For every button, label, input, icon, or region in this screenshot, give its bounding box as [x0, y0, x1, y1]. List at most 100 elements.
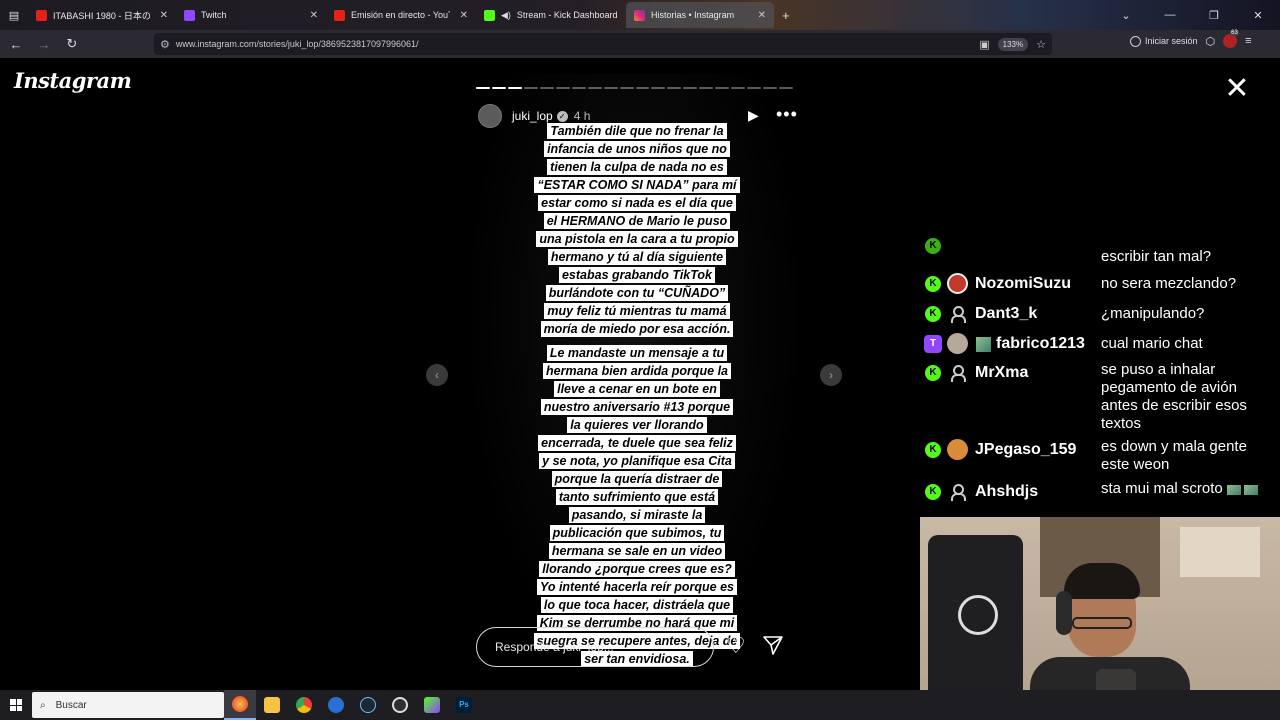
youtube-icon	[334, 9, 345, 21]
chat-username: MrXma	[975, 364, 1029, 381]
kick-badge-icon: K	[925, 442, 941, 458]
screen: ▤ ITABASHI 1980 - 日本の ✕ Twitch ✕ Emisión…	[0, 0, 1280, 720]
bookmark-star-icon[interactable]: ☆	[1036, 38, 1046, 51]
instagram-logo[interactable]: Instagram	[14, 68, 132, 93]
chat-text: escribir tan mal?	[1101, 248, 1212, 265]
progress-segment	[651, 87, 666, 89]
previous-story-icon[interactable]: ‹	[426, 364, 448, 386]
kick-icon	[484, 9, 495, 21]
signin-button[interactable]: Iniciar sesión	[1130, 35, 1198, 47]
forward-icon[interactable]: →	[32, 32, 56, 56]
progress-segment	[491, 87, 506, 89]
progress-segment	[587, 87, 602, 89]
avatar	[947, 439, 968, 460]
avatar[interactable]	[478, 104, 502, 128]
heart-icon[interactable]: ♡	[726, 635, 746, 657]
close-tab-icon[interactable]: ✕	[160, 10, 168, 21]
webcam-jacket-print	[958, 595, 998, 635]
avatar	[947, 481, 968, 502]
story-text-line: la quieres ver llorando	[567, 417, 707, 433]
story-text-line: hermana se sale en un video	[548, 543, 726, 559]
chat-username: NozomiSuzu	[975, 275, 1071, 292]
toolbar-right: Iniciar sesión ⬡ 63 ≡	[1130, 30, 1252, 48]
tab-list-button[interactable]: ▤	[0, 0, 28, 30]
microphone-icon	[1096, 669, 1136, 690]
taskbar-file-explorer[interactable]	[256, 690, 288, 720]
story-username[interactable]: juki_lop	[512, 109, 553, 123]
progress-segment	[763, 87, 778, 89]
photoshop-icon: Ps	[456, 697, 472, 713]
close-window-icon[interactable]: ✕	[1236, 9, 1280, 22]
taskbar-obs[interactable]	[384, 690, 416, 720]
tab-instagram-stories[interactable]: Historias • Instagram ✕	[626, 2, 774, 28]
back-icon[interactable]: ←	[4, 32, 28, 56]
progress-segment	[715, 87, 730, 89]
avatar	[947, 273, 968, 294]
more-options-icon[interactable]: •••	[776, 104, 798, 125]
verified-icon: ✓	[556, 110, 568, 122]
chat-text: es down y mala gente este weon	[1101, 438, 1247, 473]
taskbar-chrome[interactable]	[288, 690, 320, 720]
chrome-icon	[296, 697, 312, 713]
windows-taskbar: ⌕ Buscar Ps	[0, 690, 1280, 720]
progress-segment	[507, 87, 522, 89]
emote-icon	[1243, 485, 1258, 495]
address-bar[interactable]: ⚙ www.instagram.com/stories/juki_lop/386…	[154, 33, 1052, 55]
story-text-line: una pistola en la cara a tu propio	[536, 231, 738, 247]
reload-icon[interactable]: ↻	[60, 32, 84, 56]
new-tab-button[interactable]: +	[774, 2, 804, 28]
menu-icon[interactable]: ≡	[1245, 35, 1251, 47]
tab-twitch[interactable]: Twitch ✕	[176, 2, 326, 28]
story-text-line: publicación que subimos, tu	[549, 525, 725, 541]
webcam-jacket	[928, 535, 1023, 690]
story-text-line: tanto sufrimiento que está	[555, 489, 719, 505]
tab-overflow-icon[interactable]: ⌄	[1104, 9, 1148, 22]
taskbar-photoshop[interactable]: Ps	[448, 690, 480, 720]
chat-username: fabrico1213	[996, 335, 1085, 352]
progress-segment	[523, 87, 538, 89]
progress-segment	[476, 87, 490, 89]
site-info-icon[interactable]: ⚙	[160, 38, 170, 51]
tab-itabashi[interactable]: ITABASHI 1980 - 日本の ✕	[28, 2, 176, 28]
ublock-icon[interactable]: 63	[1223, 30, 1239, 48]
reply-input[interactable]: Responde a juki_lop...	[476, 627, 714, 667]
tab-title: Stream - Kick Dashboard	[516, 10, 618, 20]
story-text-block-2: Le mandaste un mensaje a tu hermana bien …	[512, 344, 762, 668]
story-text-line: y se nota, yo planifique esa Cita	[539, 453, 735, 469]
close-tab-icon[interactable]: ✕	[460, 10, 468, 21]
progress-segment	[683, 87, 698, 89]
minimize-icon[interactable]: —	[1148, 9, 1192, 21]
send-icon[interactable]	[762, 634, 784, 656]
story-text-line: infancia de unos niños que no	[544, 141, 730, 157]
taskbar-steam[interactable]	[352, 690, 384, 720]
url-text[interactable]: www.instagram.com/stories/juki_lop/38695…	[176, 39, 971, 49]
progress-segment	[539, 87, 554, 89]
steam-icon	[360, 697, 376, 713]
taskbar-search[interactable]: ⌕ Buscar	[32, 692, 224, 718]
zoom-level[interactable]: 133%	[997, 37, 1029, 51]
close-tab-icon[interactable]: ✕	[758, 10, 766, 21]
kick-badge-icon: K	[925, 365, 941, 381]
taskbar-firefox[interactable]	[224, 690, 256, 720]
extensions-icon[interactable]: ⬡	[1206, 35, 1216, 48]
progress-segment	[555, 87, 570, 89]
story-text-line: lo que toca hacer, distráela que	[540, 597, 734, 613]
kick-badge-icon: K	[925, 306, 941, 322]
maximize-icon[interactable]: ❐	[1192, 9, 1236, 22]
story-viewer[interactable]: juki_lop ✓ 4 h ▶ ••• También dile que no…	[464, 74, 805, 680]
next-story-icon[interactable]: ›	[820, 364, 842, 386]
browser-nav-bar: ← → ↻ ⚙ www.instagram.com/stories/juki_l…	[0, 30, 1280, 58]
youtube-icon	[36, 9, 47, 21]
chat-text: se puso a inhalar pegamento de avión ant…	[1101, 361, 1247, 432]
speaker-icon[interactable]: ◀)	[501, 10, 511, 21]
reader-view-icon[interactable]: ▣	[979, 38, 989, 51]
start-button[interactable]	[0, 690, 32, 720]
progress-segment	[731, 87, 746, 89]
kick-badge-icon: K	[925, 484, 941, 500]
taskbar-ccleaner[interactable]	[320, 690, 352, 720]
tab-kick-dashboard[interactable]: ◀) Stream - Kick Dashboard	[476, 2, 626, 28]
tab-youtube-studio[interactable]: Emisión en directo - YouTube S ✕	[326, 2, 476, 28]
close-icon[interactable]: ✕	[1222, 74, 1252, 104]
close-tab-icon[interactable]: ✕	[310, 10, 318, 21]
taskbar-streamlabs[interactable]	[416, 690, 448, 720]
